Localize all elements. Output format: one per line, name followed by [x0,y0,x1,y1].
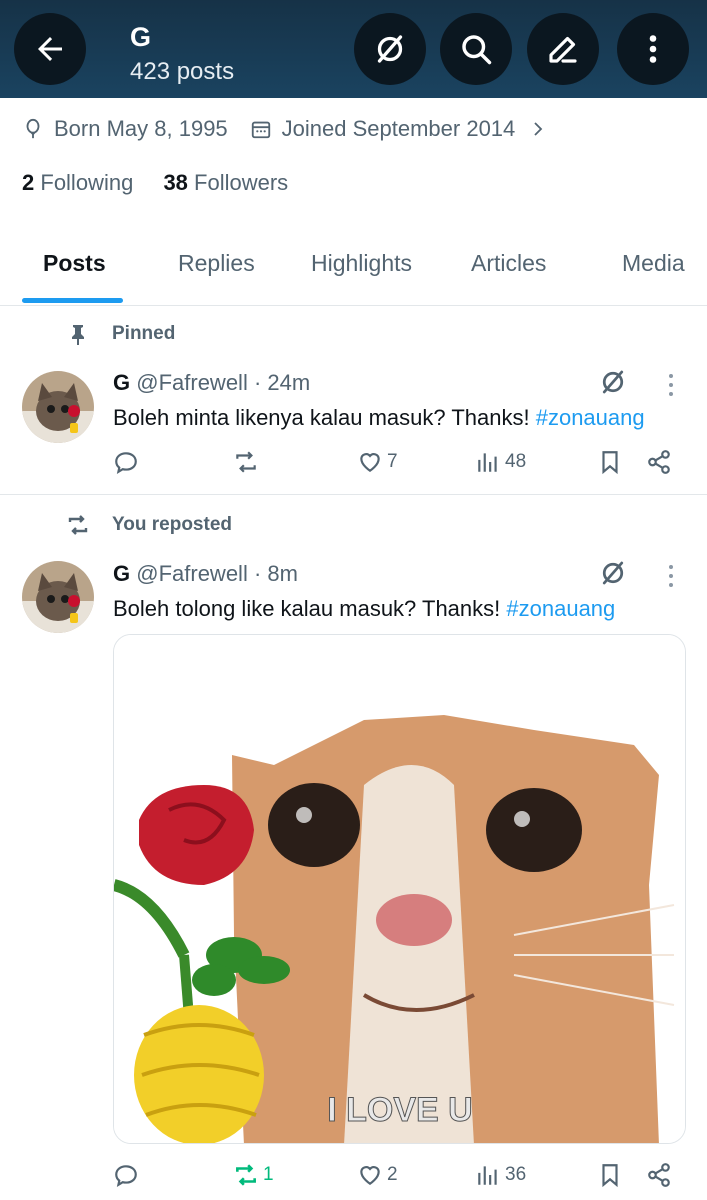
more-button[interactable] [617,13,689,85]
back-button[interactable] [14,13,86,85]
joined-date: Joined September 2014 [281,116,516,141]
calendar-icon [251,121,270,139]
like-button[interactable]: 7 [357,449,398,475]
post-media-gif[interactable]: I LOVE U [113,634,686,1144]
repost-icon [236,451,256,473]
profile-tabs: Posts Replies Highlights Articles Media [0,236,707,306]
repost-icon [236,1164,256,1186]
post-count: 423 posts [130,58,235,85]
more-dots-icon[interactable] [667,372,675,398]
views-button[interactable]: 36 [475,1162,526,1188]
balloon-icon [26,118,40,139]
pinned-label: Pinned [72,323,175,345]
post-time: 24m [267,370,311,395]
grok-icon [377,35,403,63]
hashtag-link[interactable]: #zonauang [506,596,615,621]
reply-button[interactable] [113,449,143,475]
share-button[interactable] [646,1162,676,1188]
bookmark-button[interactable] [597,1162,627,1188]
views-icon [478,453,497,472]
profile-header: G 423 posts [0,0,707,98]
views-icon [478,1166,497,1185]
active-tab-indicator [22,298,123,303]
author-handle[interactable]: @Fafrewell [136,370,248,395]
grok-icon[interactable] [598,367,628,397]
reply-icon [115,1165,137,1187]
post-header: G @Fafrewell · 24m [113,370,311,395]
following-count: 2 [22,170,35,195]
post-actions: 7 48 [113,449,673,483]
grok-icon[interactable] [598,558,628,588]
reply-button[interactable] [113,1162,143,1188]
avatar[interactable] [22,561,94,633]
compose-icon [549,36,577,63]
bookmark-icon [602,1164,618,1188]
more-dots-icon[interactable] [667,563,675,589]
like-button[interactable]: 2 [357,1162,398,1188]
avatar[interactable] [22,371,94,443]
cat-avatar-image [22,561,94,633]
media-caption: I LOVE U [327,1091,472,1129]
views-button[interactable]: 48 [475,449,526,475]
repost-icon [68,515,88,535]
bookmark-icon [602,451,618,475]
cat-avatar-image [22,371,94,443]
share-icon [648,450,670,474]
chevron-right-icon[interactable] [529,120,547,138]
tab-posts[interactable]: Posts [43,250,106,277]
post-text: Boleh tolong like kalau masuk? Thanks! #… [113,596,616,621]
compose-button[interactable] [527,13,599,85]
follow-stats: 2 Following 38 Followers [22,170,288,196]
tab-articles[interactable]: Articles [471,250,546,277]
tab-replies[interactable]: Replies [178,250,255,277]
followers-count: 38 [163,170,188,195]
following-label: Following [40,170,134,195]
followers-label: Followers [194,170,289,195]
back-arrow-icon [38,37,62,61]
share-icon [648,1163,670,1187]
reply-icon [115,452,137,474]
reposted-label: You reposted [68,514,232,536]
more-vertical-icon [649,35,657,63]
search-icon [462,35,492,65]
author-name[interactable]: G [113,370,130,395]
born-date: Born May 8, 1995 [54,116,228,141]
share-button[interactable] [646,449,676,475]
pin-icon [72,325,84,345]
profile-meta: Born May 8, 1995 Joined September 2014 [22,116,557,142]
bookmark-button[interactable] [597,449,627,475]
profile-name: G [130,22,152,52]
heart-icon [360,1166,380,1185]
repost-button[interactable]: 1 [233,1162,274,1188]
post-time: 8m [267,561,298,586]
tab-highlights[interactable]: Highlights [311,250,412,277]
post-header: G @Fafrewell · 8m [113,561,298,586]
following-link[interactable]: 2 Following [22,170,133,195]
grok-button[interactable] [354,13,426,85]
author-name[interactable]: G [113,561,130,586]
repost-button[interactable] [233,449,263,475]
heart-icon [360,453,380,472]
tab-media[interactable]: Media [622,250,685,277]
post-text: Boleh minta likenya kalau masuk? Thanks!… [113,405,645,430]
cat-with-rose-image: I LOVE U [114,635,685,1143]
search-button[interactable] [440,13,512,85]
post-actions: 1 2 36 [113,1162,673,1196]
followers-link[interactable]: 38 Followers [163,170,288,195]
author-handle[interactable]: @Fafrewell [136,561,248,586]
post-divider [0,494,707,495]
hashtag-link[interactable]: #zonauang [536,405,645,430]
